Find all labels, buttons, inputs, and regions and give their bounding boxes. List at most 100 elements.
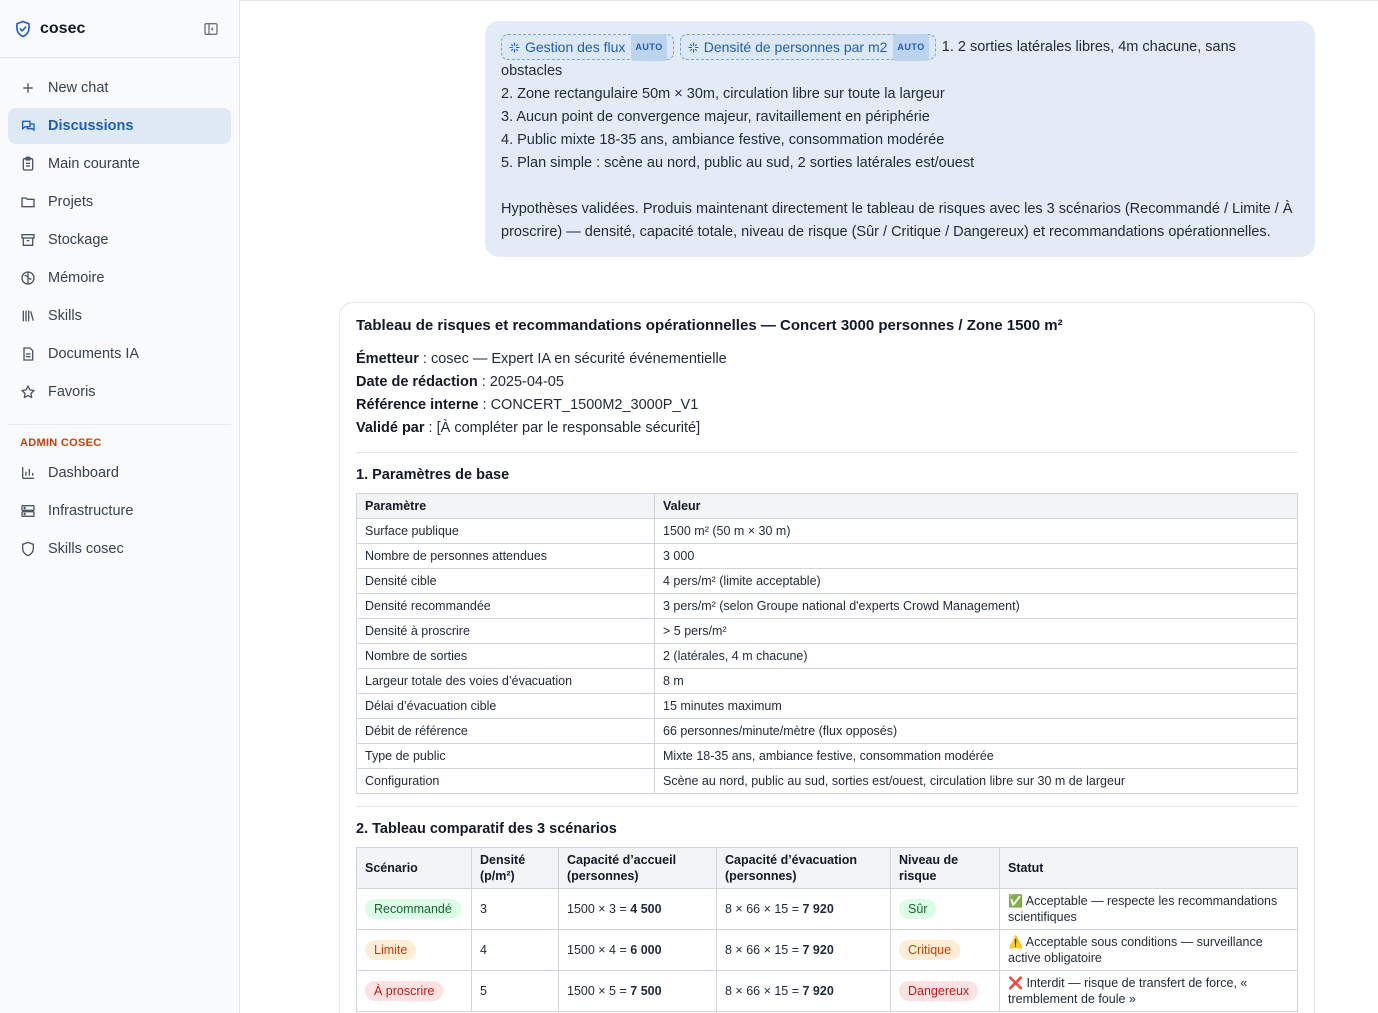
user-message: Gestion des flux AUTO Densité de personn… [485,21,1315,257]
nav-favoris[interactable]: Favoris [8,374,231,410]
skill-chip-densite[interactable]: Densité de personnes par m2 AUTO [679,33,936,61]
formula: 8 × 66 × 15 = [725,984,803,998]
meta-value: : CONCERT_1500M2_3000P_V1 [478,397,699,413]
header-text: risque [899,869,937,883]
nav-memoire[interactable]: Mémoire [8,260,231,296]
shield-icon [20,541,36,557]
nav-skills[interactable]: Skills [8,298,231,334]
total: 7 500 [630,984,662,998]
status-icon: ⚠️ [1008,935,1023,949]
chat-area: Gestion des flux AUTO Densité de personn… [240,0,1378,1013]
scenarios-table-body: Recommandé 3 1500 × 3 = 4 500 8 × 66 × 15 =… [356,888,1298,1012]
nav-projets[interactable]: Projets [8,184,231,220]
risk-badge: Critique [899,940,961,960]
assistant-response: Tableau de risques et recommandations op… [339,302,1315,1013]
status-text: Interdit — risque de transfert de force,… [1026,976,1248,990]
parameter-cell: Type de public [356,743,655,769]
server-icon [20,503,36,519]
value-cell: 8 m [654,668,1298,694]
library-icon [20,308,36,324]
capacity-evacuation-cell: 8 × 66 × 15 = 7 920 [716,888,891,930]
value-cell: 1500 m² (50 m × 30 m) [654,518,1298,544]
message-paragraph: Hypothèses validées. Produis maintenant … [501,201,1293,240]
sidebar-divider [8,424,231,425]
total: 7 920 [802,902,834,916]
message-line-2: 2. Zone rectangulaire 50m × 30m, circula… [501,86,945,102]
nav-skills-cosec[interactable]: Skills cosec [8,531,231,567]
folder-icon [20,194,36,210]
total: 6 000 [630,943,662,957]
parameter-cell: Surface publique [356,518,655,544]
status-text: active obligatoire [1008,951,1102,965]
density-cell: 3 [471,888,559,930]
nav-label: Mémoire [48,270,105,286]
section-divider [356,452,1298,453]
nav-dashboard[interactable]: Dashboard [8,455,231,491]
table-row: Recommandé 3 1500 × 3 = 4 500 8 × 66 × 15 =… [356,888,1298,930]
risk-badge: Dangereux [899,981,979,1001]
document-icon [20,346,36,362]
header-text: Densité [480,853,526,867]
risk-cell: Sûr [890,888,1000,930]
parameter-cell: Largeur totale des voies d’évacuation [356,668,655,694]
meta-label: Émetteur [356,351,419,367]
value-cell: Scène au nord, public au sud, sorties es… [654,768,1298,794]
nav-infrastructure[interactable]: Infrastructure [8,493,231,529]
meta-reference: Référence interne : CONCERT_1500M2_3000P… [356,394,1298,417]
main-nav: New chat Discussions Main courante Proje… [0,58,239,410]
formula: 1500 × 3 = [567,902,631,916]
nav-label: Stockage [48,232,109,248]
nav-new-chat[interactable]: New chat [8,70,231,106]
column-header-scenario: Scénario [356,847,472,889]
meta-label: Date de rédaction [356,374,478,390]
nav-label: Skills [48,308,82,324]
header-text: Scénario [365,861,418,875]
capacity-evacuation-cell: 8 × 66 × 15 = 7 920 [716,970,891,1012]
total: 4 500 [630,902,662,916]
parameter-cell: Débit de référence [356,718,655,744]
scenarios-table: Scénario Densité (p/m²) Capacité d’accuei… [356,847,1298,1012]
nav-main-courante[interactable]: Main courante [8,146,231,182]
chip-label: Gestion des flux [525,38,626,55]
section-1-title: 1. Paramètres de base [356,467,510,483]
nav-label: Documents IA [48,346,140,362]
table-row: Type de public Mixte 18-35 ans, ambiance … [356,743,1298,769]
table-row: Largeur totale des voies d’évacuation 8 m [356,668,1298,694]
status-cell: ✅ Acceptable — respecte les recommandati… [999,888,1298,930]
response-title: Tableau de risques et recommandations op… [356,317,1063,334]
capacity-accueil-cell: 1500 × 3 = 4 500 [558,888,717,930]
header-text: Niveau de [899,853,959,867]
parameter-cell: Densité à proscrire [356,618,655,644]
scenario-cell: À proscrire [356,970,472,1012]
risk-badge: Sûr [899,899,937,919]
meta-date: Date de rédaction : 2025-04-05 [356,371,1298,394]
skill-chip-gestion-flux[interactable]: Gestion des flux AUTO [501,33,674,61]
density-cell: 4 [471,929,559,971]
column-header-densite: Densité (p/m²) [471,847,559,889]
sparkle-icon [509,42,520,52]
scenario-cell: Recommandé [356,888,472,930]
value-cell: 3 pers/m² (selon Groupe national d'exper… [654,593,1298,619]
table-row: Nombre de personnes attendues 3 000 [356,543,1298,569]
table-row: Limite 4 1500 × 4 = 6 000 8 × 66 × 15 = 7 9… [356,929,1298,971]
column-header-evacuation: Capacité d’évacuation (personnes) [716,847,891,889]
brand-name: cosec [40,19,86,37]
capacity-accueil-cell: 1500 × 4 = 6 000 [558,929,717,971]
status-text: Acceptable sous conditions — surveillanc… [1025,935,1263,949]
table-row: Nombre de sorties 2 (latérales, 4 m chacu… [356,643,1298,669]
value-cell: Mixte 18-35 ans, ambiance festive, conso… [654,743,1298,769]
archive-icon [20,232,36,248]
nav-label: Projets [48,194,94,210]
nav-discussions[interactable]: Discussions [8,108,231,144]
table-header-row: Paramètre Valeur [356,493,1298,519]
brain-icon [20,270,36,286]
sidebar-toggle-icon[interactable] [203,21,219,37]
capacity-accueil-cell: 1500 × 5 = 7 500 [558,970,717,1012]
parameter-cell: Densité cible [356,568,655,594]
auto-badge: AUTO [631,33,667,61]
formula: 1500 × 4 = [567,943,631,957]
plus-icon [20,80,36,96]
nav-documents-ia[interactable]: Documents IA [8,336,231,372]
header-text: (personnes) [567,869,639,883]
nav-stockage[interactable]: Stockage [8,222,231,258]
